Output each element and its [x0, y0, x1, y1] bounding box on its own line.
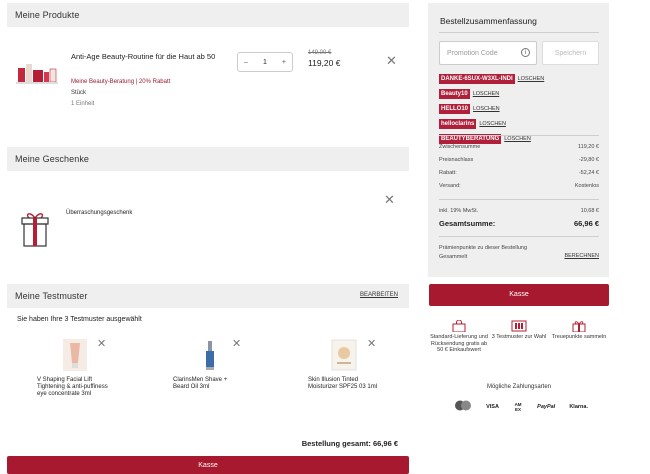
applied-code-row: DANKE-6SUX-W3XL-INDI LOSCHEN: [439, 69, 544, 84]
remove-code-link[interactable]: LOSCHEN: [479, 121, 506, 127]
summary-row-subtotal: Zwischensumme 119,20 €: [439, 144, 599, 150]
remove-code-link[interactable]: LOSCHEN: [518, 76, 545, 82]
promo-code-badge: helloclarins: [439, 119, 477, 129]
visa-icon: VISA: [486, 404, 499, 410]
sample-icon: [489, 320, 549, 334]
order-summary-title: Bestellzusammenfassung: [440, 16, 537, 26]
samples-selected-text: Sie haben Ihre 3 Testmuster ausgewählt: [17, 316, 142, 323]
samples-section-title: Meine Testmuster: [15, 291, 88, 301]
klarna-icon: Klarna.: [569, 404, 588, 410]
sample-image-beard-oil: [196, 339, 224, 371]
quantity-stepper[interactable]: – 1 +: [237, 52, 293, 72]
sample-3-name: Skin Illusion Tinted Moisturizer SPF25 0…: [308, 377, 378, 390]
bag-icon: [429, 319, 489, 334]
order-total: Bestellung gesamt: 66,96 €: [301, 439, 398, 448]
applied-code-row: Beauty10 LOSCHEN: [439, 84, 544, 99]
gifts-section-header: Meine Geschenke: [7, 147, 409, 171]
order-summary-panel: Bestellzusammenfassung Promotion Code i …: [428, 3, 609, 277]
remove-sample-2-close-icon[interactable]: ✕: [232, 339, 241, 350]
promo-code-badge: Beauty10: [439, 89, 470, 99]
promo-code-input[interactable]: Promotion Code i: [439, 41, 537, 65]
summary-row-discount: Preisnachlass -29,80 €: [439, 157, 599, 163]
summary-divider: [439, 236, 599, 237]
gifts-section-title: Meine Geschenke: [15, 154, 90, 164]
sample-1-name: V Shaping Facial Lift Tightening & anti-…: [37, 377, 108, 397]
sample-2-name: ClarinsMen Shave + Beard Oil 3ml: [173, 377, 228, 390]
summary-row-shipping: Versand: Kostenlos: [439, 183, 599, 189]
payment-methods-title: Mögliche Zahlungsarten: [486, 384, 552, 390]
current-price: 119,20 €: [308, 58, 341, 68]
product-unit-type: Stück: [71, 90, 87, 96]
reward-points-info: Prämienpunkte zu dieser Bestellung Gesam…: [439, 245, 528, 260]
calculate-points-link[interactable]: BERECHNEN: [564, 253, 599, 259]
remove-gift-close-icon[interactable]: ✕: [384, 193, 395, 206]
promo-code-placeholder: Promotion Code: [447, 49, 498, 57]
increase-quantity-button[interactable]: +: [282, 59, 286, 66]
remove-code-link[interactable]: LOSCHEN: [473, 91, 500, 97]
gift-icon: [20, 209, 50, 249]
features-row: Standard-Lieferung und Rücksendung grati…: [429, 319, 609, 354]
feature-samples: 3 Testmuster zur Wahl: [489, 320, 549, 354]
paypal-icon: PayPal: [537, 404, 556, 410]
quantity-value: 1: [262, 58, 267, 66]
decrease-quantity-button[interactable]: –: [244, 59, 248, 66]
sample-image-tinted-moisturizer: [331, 339, 357, 371]
feature-loyalty: Treuepunkte sammeln: [549, 320, 609, 354]
remove-code-link[interactable]: LOSCHEN: [504, 136, 531, 142]
products-section-title: Meine Produkte: [15, 10, 80, 20]
mastercard-icon: [454, 398, 472, 416]
remove-code-link[interactable]: LOSCHEN: [473, 106, 500, 112]
amex-icon: AM EX: [514, 402, 522, 412]
remove-product-close-icon[interactable]: ✕: [386, 54, 397, 67]
applied-codes-list: DANKE-6SUX-W3XL-INDI LOSCHEN Beauty10 LOSC…: [439, 69, 544, 144]
applied-code-row: helloclarins LOSCHEN: [439, 114, 544, 129]
products-section-header: Meine Produkte: [7, 3, 409, 27]
payment-methods-row: VISA AM EX PayPal Klarna.: [454, 398, 588, 416]
product-promo: Meine Beauty-Beratung | 20% Rabatt: [71, 79, 171, 85]
feature-shipping: Standard-Lieferung und Rücksendung grati…: [429, 319, 489, 354]
old-price: 149,00 €: [308, 50, 332, 56]
gift-icon: [549, 320, 609, 334]
summary-divider: [439, 135, 599, 136]
summary-row-rebate: Rabatt: -52,24 €: [439, 170, 599, 176]
applied-code-row: BEAUTYBERATUNG LOSCHEN: [439, 129, 544, 144]
product-quantity-note: 1 Einheit: [71, 101, 95, 107]
checkout-button-side[interactable]: Kasse: [429, 284, 609, 306]
info-icon[interactable]: i: [521, 48, 530, 57]
gift-name: Überraschungsgeschenk: [66, 210, 133, 216]
summary-divider: [439, 32, 599, 33]
applied-code-row: HELLO10 LOSCHEN: [439, 99, 544, 114]
samples-section-header: Meine Testmuster BEARBEITEN: [7, 284, 409, 308]
summary-divider: [439, 199, 599, 200]
promo-code-badge: HELLO10: [439, 104, 471, 114]
product-image[interactable]: [16, 58, 58, 86]
sample-image-eye-concentrate: [60, 339, 90, 371]
checkout-button-bottom[interactable]: Kasse: [7, 456, 409, 474]
edit-samples-link[interactable]: BEARBEITEN: [360, 292, 398, 298]
remove-sample-1-close-icon[interactable]: ✕: [97, 339, 106, 350]
summary-total: Gesamtsumme: 66,96 €: [439, 219, 599, 228]
remove-sample-3-close-icon[interactable]: ✕: [367, 339, 376, 350]
promo-code-badge: DANKE-6SUX-W3XL-INDI: [439, 74, 515, 84]
summary-rows: Zwischensumme 119,20 € Preisnachlass -29,8…: [439, 144, 599, 196]
apply-promo-button[interactable]: Speichern: [542, 41, 599, 65]
product-name[interactable]: Anti-Age Beauty-Routine für die Haut ab …: [71, 52, 231, 61]
